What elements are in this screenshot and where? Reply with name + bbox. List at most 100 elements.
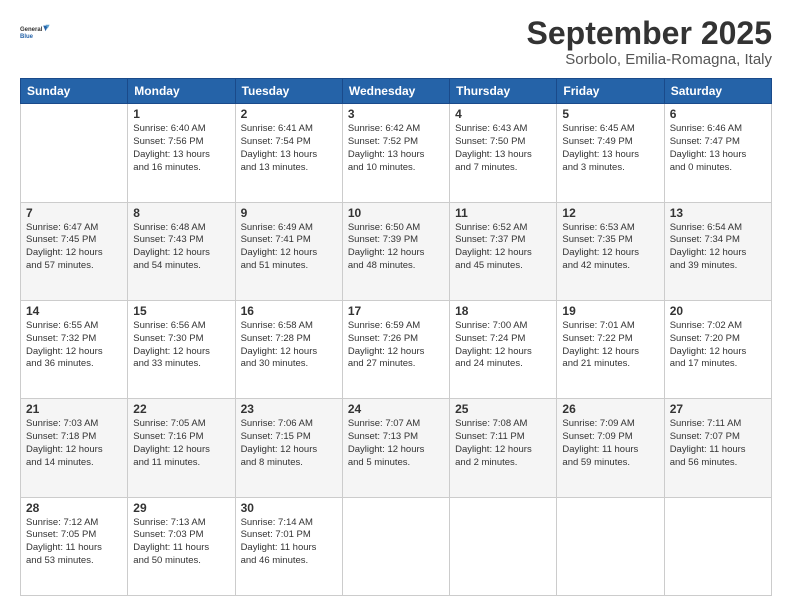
calendar-cell: 19 Sunrise: 7:01 AM Sunset: 7:22 PM Dayli…: [557, 300, 664, 398]
day-number: 17: [348, 304, 444, 318]
calendar-cell: 23 Sunrise: 7:06 AM Sunset: 7:15 PM Dayli…: [235, 399, 342, 497]
day-info: Sunrise: 6:58 AM Sunset: 7:28 PM Dayligh…: [241, 320, 337, 371]
week-row-1: 7 Sunrise: 6:47 AM Sunset: 7:45 PM Daylig…: [21, 202, 772, 300]
day-number: 30: [241, 501, 337, 515]
day-info: Sunrise: 6:43 AM Sunset: 7:50 PM Dayligh…: [455, 123, 551, 174]
calendar-cell: 25 Sunrise: 7:08 AM Sunset: 7:11 PM Dayli…: [450, 399, 557, 497]
day-info: Sunrise: 6:46 AM Sunset: 7:47 PM Dayligh…: [670, 123, 766, 174]
calendar-cell: 9 Sunrise: 6:49 AM Sunset: 7:41 PM Daylig…: [235, 202, 342, 300]
day-info: Sunrise: 7:06 AM Sunset: 7:15 PM Dayligh…: [241, 418, 337, 469]
calendar-cell: 17 Sunrise: 6:59 AM Sunset: 7:26 PM Dayli…: [342, 300, 449, 398]
day-number: 6: [670, 107, 766, 121]
header: GeneralBlue September 2025 Sorbolo, Emil…: [20, 16, 772, 68]
day-number: 20: [670, 304, 766, 318]
calendar-cell: 24Sunrise: 7:07 AM Sunset: 7:13 PM Dayli…: [342, 399, 449, 497]
calendar-cell: 28 Sunrise: 7:12 AM Sunset: 7:05 PM Dayli…: [21, 497, 128, 595]
day-number: 23: [241, 402, 337, 416]
day-number: 14: [26, 304, 122, 318]
col-saturday: Saturday: [664, 79, 771, 104]
day-number: 16: [241, 304, 337, 318]
day-number: 12: [562, 206, 658, 220]
day-info: Sunrise: 6:40 AM Sunset: 7:56 PM Dayligh…: [133, 123, 229, 174]
calendar-cell: 12Sunrise: 6:53 AM Sunset: 7:35 PM Dayli…: [557, 202, 664, 300]
col-friday: Friday: [557, 79, 664, 104]
col-wednesday: Wednesday: [342, 79, 449, 104]
calendar-cell: 7 Sunrise: 6:47 AM Sunset: 7:45 PM Daylig…: [21, 202, 128, 300]
calendar-cell: 11Sunrise: 6:52 AM Sunset: 7:37 PM Dayli…: [450, 202, 557, 300]
calendar-cell: 16 Sunrise: 6:58 AM Sunset: 7:28 PM Dayli…: [235, 300, 342, 398]
day-number: 13: [670, 206, 766, 220]
day-info: Sunrise: 7:01 AM Sunset: 7:22 PM Dayligh…: [562, 320, 658, 371]
day-number: 8: [133, 206, 229, 220]
header-row: Sunday Monday Tuesday Wednesday Thursday…: [21, 79, 772, 104]
day-number: 10: [348, 206, 444, 220]
calendar-cell: 30 Sunrise: 7:14 AM Sunset: 7:01 PM Dayli…: [235, 497, 342, 595]
col-tuesday: Tuesday: [235, 79, 342, 104]
day-number: 5: [562, 107, 658, 121]
day-info: Sunrise: 7:03 AM Sunset: 7:18 PM Dayligh…: [26, 418, 122, 469]
calendar-cell: 22 Sunrise: 7:05 AM Sunset: 7:16 PM Dayli…: [128, 399, 235, 497]
calendar-cell: [21, 104, 128, 202]
day-number: 7: [26, 206, 122, 220]
calendar-cell: 29 Sunrise: 7:13 AM Sunset: 7:03 PM Dayli…: [128, 497, 235, 595]
day-info: Sunrise: 6:59 AM Sunset: 7:26 PM Dayligh…: [348, 320, 444, 371]
day-number: 15: [133, 304, 229, 318]
calendar-cell: 3Sunrise: 6:42 AM Sunset: 7:52 PM Daylig…: [342, 104, 449, 202]
week-row-3: 21 Sunrise: 7:03 AM Sunset: 7:18 PM Dayli…: [21, 399, 772, 497]
subtitle: Sorbolo, Emilia-Romagna, Italy: [527, 51, 772, 68]
day-info: Sunrise: 7:13 AM Sunset: 7:03 PM Dayligh…: [133, 517, 229, 568]
week-row-2: 14 Sunrise: 6:55 AM Sunset: 7:32 PM Dayli…: [21, 300, 772, 398]
day-info: Sunrise: 7:11 AM Sunset: 7:07 PM Dayligh…: [670, 418, 766, 469]
day-number: 4: [455, 107, 551, 121]
calendar-cell: 4 Sunrise: 6:43 AM Sunset: 7:50 PM Daylig…: [450, 104, 557, 202]
logo: GeneralBlue: [20, 16, 52, 48]
day-info: Sunrise: 6:42 AM Sunset: 7:52 PM Dayligh…: [348, 123, 444, 174]
day-info: Sunrise: 6:49 AM Sunset: 7:41 PM Dayligh…: [241, 222, 337, 273]
calendar-table: Sunday Monday Tuesday Wednesday Thursday…: [20, 78, 772, 596]
day-number: 26: [562, 402, 658, 416]
day-number: 28: [26, 501, 122, 515]
day-number: 22: [133, 402, 229, 416]
calendar-cell: [557, 497, 664, 595]
day-number: 1: [133, 107, 229, 121]
day-info: Sunrise: 7:07 AM Sunset: 7:13 PM Dayligh…: [348, 418, 444, 469]
day-info: Sunrise: 6:54 AM Sunset: 7:34 PM Dayligh…: [670, 222, 766, 273]
day-info: Sunrise: 7:05 AM Sunset: 7:16 PM Dayligh…: [133, 418, 229, 469]
day-info: Sunrise: 7:02 AM Sunset: 7:20 PM Dayligh…: [670, 320, 766, 371]
calendar-cell: 26Sunrise: 7:09 AM Sunset: 7:09 PM Dayli…: [557, 399, 664, 497]
day-info: Sunrise: 7:08 AM Sunset: 7:11 PM Dayligh…: [455, 418, 551, 469]
day-info: Sunrise: 6:55 AM Sunset: 7:32 PM Dayligh…: [26, 320, 122, 371]
page: GeneralBlue September 2025 Sorbolo, Emil…: [0, 0, 792, 612]
day-info: Sunrise: 7:14 AM Sunset: 7:01 PM Dayligh…: [241, 517, 337, 568]
week-row-4: 28 Sunrise: 7:12 AM Sunset: 7:05 PM Dayli…: [21, 497, 772, 595]
day-number: 29: [133, 501, 229, 515]
day-info: Sunrise: 7:12 AM Sunset: 7:05 PM Dayligh…: [26, 517, 122, 568]
day-info: Sunrise: 6:47 AM Sunset: 7:45 PM Dayligh…: [26, 222, 122, 273]
week-row-0: 1 Sunrise: 6:40 AM Sunset: 7:56 PM Daylig…: [21, 104, 772, 202]
calendar-cell: 6 Sunrise: 6:46 AM Sunset: 7:47 PM Daylig…: [664, 104, 771, 202]
day-info: Sunrise: 6:48 AM Sunset: 7:43 PM Dayligh…: [133, 222, 229, 273]
calendar-cell: 20 Sunrise: 7:02 AM Sunset: 7:20 PM Dayli…: [664, 300, 771, 398]
col-monday: Monday: [128, 79, 235, 104]
day-info: Sunrise: 7:00 AM Sunset: 7:24 PM Dayligh…: [455, 320, 551, 371]
calendar-cell: [450, 497, 557, 595]
svg-text:General: General: [20, 27, 43, 33]
calendar-cell: 10Sunrise: 6:50 AM Sunset: 7:39 PM Dayli…: [342, 202, 449, 300]
calendar-cell: 18Sunrise: 7:00 AM Sunset: 7:24 PM Dayli…: [450, 300, 557, 398]
day-number: 19: [562, 304, 658, 318]
day-number: 27: [670, 402, 766, 416]
calendar-cell: 2Sunrise: 6:41 AM Sunset: 7:54 PM Daylig…: [235, 104, 342, 202]
logo-icon: GeneralBlue: [20, 16, 52, 48]
day-number: 9: [241, 206, 337, 220]
calendar-cell: 8 Sunrise: 6:48 AM Sunset: 7:43 PM Daylig…: [128, 202, 235, 300]
svg-text:Blue: Blue: [20, 34, 34, 40]
day-info: Sunrise: 6:41 AM Sunset: 7:54 PM Dayligh…: [241, 123, 337, 174]
day-number: 21: [26, 402, 122, 416]
day-info: Sunrise: 6:45 AM Sunset: 7:49 PM Dayligh…: [562, 123, 658, 174]
col-sunday: Sunday: [21, 79, 128, 104]
calendar-cell: 14 Sunrise: 6:55 AM Sunset: 7:32 PM Dayli…: [21, 300, 128, 398]
calendar-cell: 1 Sunrise: 6:40 AM Sunset: 7:56 PM Daylig…: [128, 104, 235, 202]
day-number: 25: [455, 402, 551, 416]
day-info: Sunrise: 6:56 AM Sunset: 7:30 PM Dayligh…: [133, 320, 229, 371]
title-block: September 2025 Sorbolo, Emilia-Romagna, …: [527, 16, 772, 68]
